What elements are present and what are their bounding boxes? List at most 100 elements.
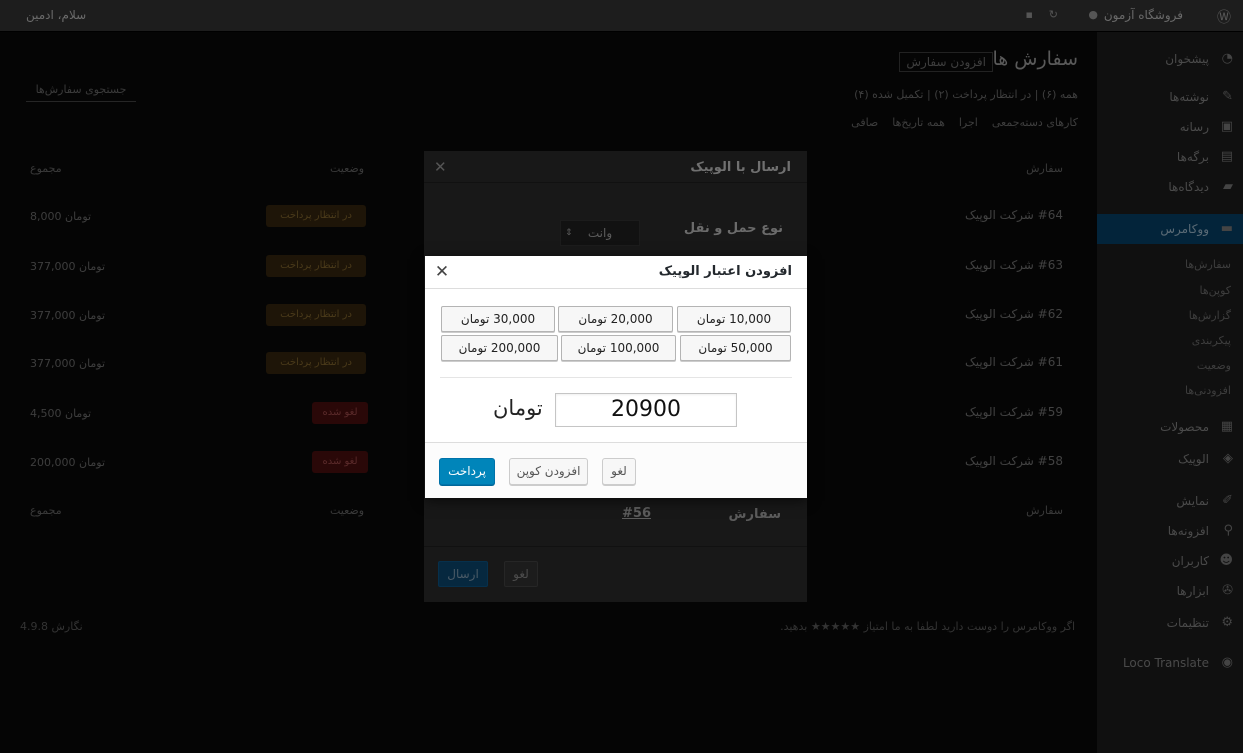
transport-type-select[interactable]: وانت ⇕ bbox=[560, 220, 640, 246]
user-greeting[interactable]: سلام، ادمین bbox=[26, 8, 86, 22]
site-name[interactable]: فروشگاه آزمون bbox=[1104, 8, 1183, 22]
pin-icon: ✎ bbox=[1222, 89, 1233, 104]
credit-modal-footer: پرداخت افزودن کوپن لغو bbox=[425, 442, 807, 498]
woo-icon: ▬ bbox=[1220, 221, 1233, 236]
sidebar-subitem-reports[interactable]: گزارش‌ها bbox=[1097, 309, 1243, 322]
order-total: 4,500 تومان bbox=[30, 407, 92, 420]
order-total: 8,000 تومان bbox=[30, 210, 92, 223]
sidebar-item-users[interactable]: ☻ کاربران bbox=[1097, 546, 1243, 576]
brush-icon: ✐ bbox=[1222, 493, 1233, 508]
send-button[interactable]: ارسال bbox=[438, 561, 488, 587]
plugin-icon: ⚲ bbox=[1223, 523, 1233, 538]
sidebar-item-pages[interactable]: ▤ برگه‌ها bbox=[1097, 142, 1243, 172]
status-badge: در انتظار پرداخت bbox=[266, 304, 366, 326]
add-coupon-button[interactable]: افزودن کوپن bbox=[509, 458, 588, 485]
delivery-icon: ◈ bbox=[1223, 451, 1233, 466]
status-badge: لغو شده bbox=[312, 402, 368, 424]
sidebar-subitem-coupons[interactable]: کوپن‌ها bbox=[1097, 284, 1243, 297]
cancel-button[interactable]: لغو bbox=[504, 561, 538, 587]
comment-icon: ▰ bbox=[1223, 179, 1233, 194]
tool-icon: ✇ bbox=[1222, 583, 1233, 598]
sidebar-item-settings[interactable]: ⚙ تنظیمات bbox=[1097, 608, 1243, 638]
bulk-actions[interactable]: کارهای دسته‌جمعی اجرا همه تاریخ‌ها صافی bbox=[851, 116, 1078, 129]
sidebar-subitem-orders[interactable]: سفارش‌ها bbox=[1097, 258, 1243, 271]
column-header-order[interactable]: سفارش bbox=[1026, 162, 1063, 175]
order-total: 377,000 تومان bbox=[30, 357, 106, 370]
page-title: سفارش ها bbox=[992, 48, 1078, 70]
sidebar-subitem-config[interactable]: پیکربندی bbox=[1097, 334, 1243, 347]
order-label: سفارش bbox=[728, 507, 781, 522]
chevron-updown-icon: ⇕ bbox=[565, 228, 573, 238]
order-link[interactable]: #56 bbox=[622, 506, 651, 521]
order-link[interactable]: #59 شرکت الوپیک bbox=[965, 405, 1063, 419]
sidebar-item-plugins[interactable]: ⚲ افزونه‌ها bbox=[1097, 516, 1243, 546]
page-icon: ▤ bbox=[1220, 149, 1233, 164]
credit-modal-title: افزودن اعتبار الوپیک bbox=[658, 264, 792, 279]
column-footer-total[interactable]: مجموع bbox=[30, 504, 62, 517]
send-modal-title: ارسال با الوپیک bbox=[690, 160, 791, 175]
order-link[interactable]: #58 شرکت الوپیک bbox=[965, 454, 1063, 468]
order-total: 200,000 تومان bbox=[30, 456, 106, 469]
status-badge: لغو شده bbox=[312, 451, 368, 473]
customize-icon[interactable]: ● bbox=[1088, 8, 1098, 21]
amount-20000-button[interactable]: 20,000 تومان bbox=[558, 306, 673, 332]
add-order-button[interactable]: افزودن سفارش bbox=[899, 52, 993, 72]
sidebar-item-loco-translate[interactable]: ◉ Loco Translate bbox=[1097, 648, 1243, 678]
cancel-button[interactable]: لغو bbox=[602, 458, 636, 485]
sidebar-item-products[interactable]: ▦ محصولات bbox=[1097, 412, 1243, 442]
send-modal-header: ارسال با الوپیک ✕ bbox=[424, 151, 807, 183]
column-header-status: وضعیت bbox=[330, 162, 365, 175]
order-link[interactable]: #62 شرکت الوپیک bbox=[965, 307, 1063, 321]
bulk-actions-select[interactable]: کارهای دسته‌جمعی bbox=[992, 116, 1078, 129]
currency-label: تومان bbox=[493, 396, 543, 420]
amount-200000-button[interactable]: 200,000 تومان bbox=[441, 335, 558, 361]
credit-modal-header: افزودن اعتبار الوپیک ✕ bbox=[425, 256, 807, 289]
divider bbox=[440, 377, 792, 378]
apply-button[interactable]: اجرا bbox=[959, 116, 978, 129]
user-icon: ☻ bbox=[1219, 553, 1233, 568]
amount-50000-button[interactable]: 50,000 تومان bbox=[680, 335, 791, 361]
order-total: 377,000 تومان bbox=[30, 309, 106, 322]
version-text: نگارش 4.9.8 bbox=[20, 620, 83, 633]
sidebar-item-media[interactable]: ▣ رسانه bbox=[1097, 112, 1243, 142]
amount-10000-button[interactable]: 10,000 تومان bbox=[677, 306, 791, 332]
column-footer-order[interactable]: سفارش bbox=[1026, 504, 1063, 517]
order-total: 377,000 تومان bbox=[30, 260, 106, 273]
pay-button[interactable]: پرداخت bbox=[439, 458, 495, 485]
search-orders-button[interactable]: جستجوی سفارش‌ها bbox=[26, 80, 136, 102]
credit-amount-input[interactable]: 20900 bbox=[555, 393, 737, 427]
sidebar-item-posts[interactable]: ✎ نوشته‌ها bbox=[1097, 82, 1243, 112]
sidebar-item-woocommerce[interactable]: ▬ ووکامرس bbox=[1097, 214, 1243, 244]
wordpress-logo-icon[interactable]: Ⓦ bbox=[1217, 7, 1231, 27]
settings-icon: ⚙ bbox=[1221, 615, 1233, 630]
updates-icon[interactable]: ↻ bbox=[1049, 8, 1058, 21]
amount-100000-button[interactable]: 100,000 تومان bbox=[561, 335, 676, 361]
sidebar-item-alopeyk[interactable]: ◈ الوپیک bbox=[1097, 444, 1243, 474]
sidebar-item-tools[interactable]: ✇ ابزارها bbox=[1097, 576, 1243, 606]
product-icon: ▦ bbox=[1220, 419, 1233, 434]
close-icon[interactable]: ✕ bbox=[434, 158, 447, 176]
rating-text: اگر ووکامرس را دوست دارید لطفا به ما امت… bbox=[780, 620, 1075, 633]
status-badge: در انتظار پرداخت bbox=[266, 352, 366, 374]
close-icon[interactable]: ✕ bbox=[434, 261, 450, 283]
order-link[interactable]: #61 شرکت الوپیک bbox=[965, 355, 1063, 369]
send-modal-footer: ارسال لغو bbox=[424, 546, 807, 602]
status-filters[interactable]: همه (۶) | در انتظار پرداخت (۲) | تکمیل ش… bbox=[854, 88, 1078, 101]
sidebar-item-appearance[interactable]: ✐ نمایش bbox=[1097, 486, 1243, 516]
sidebar-subitem-addons[interactable]: افزودنی‌ها bbox=[1097, 384, 1243, 397]
translate-icon: ◉ bbox=[1221, 655, 1233, 670]
sidebar-subitem-status[interactable]: وضعیت bbox=[1097, 359, 1243, 372]
comments-icon[interactable]: ▪ bbox=[1026, 8, 1033, 21]
date-filter-select[interactable]: همه تاریخ‌ها bbox=[892, 116, 945, 129]
column-header-total[interactable]: مجموع bbox=[30, 162, 62, 175]
order-link[interactable]: #63 شرکت الوپیک bbox=[965, 258, 1063, 272]
filter-button[interactable]: صافی bbox=[851, 116, 878, 129]
column-footer-status: وضعیت bbox=[330, 504, 365, 517]
sidebar-item-comments[interactable]: ▰ دیدگاه‌ها bbox=[1097, 172, 1243, 202]
dashboard-icon: ◔ bbox=[1221, 51, 1233, 66]
amount-30000-button[interactable]: 30,000 تومان bbox=[441, 306, 555, 332]
add-credit-modal: افزودن اعتبار الوپیک ✕ 10,000 تومان 20,0… bbox=[425, 256, 807, 498]
order-link[interactable]: #64 شرکت الوپیک bbox=[965, 208, 1063, 222]
status-badge: در انتظار پرداخت bbox=[266, 255, 366, 277]
sidebar-item-dashboard[interactable]: ◔ پیشخوان bbox=[1097, 44, 1243, 74]
